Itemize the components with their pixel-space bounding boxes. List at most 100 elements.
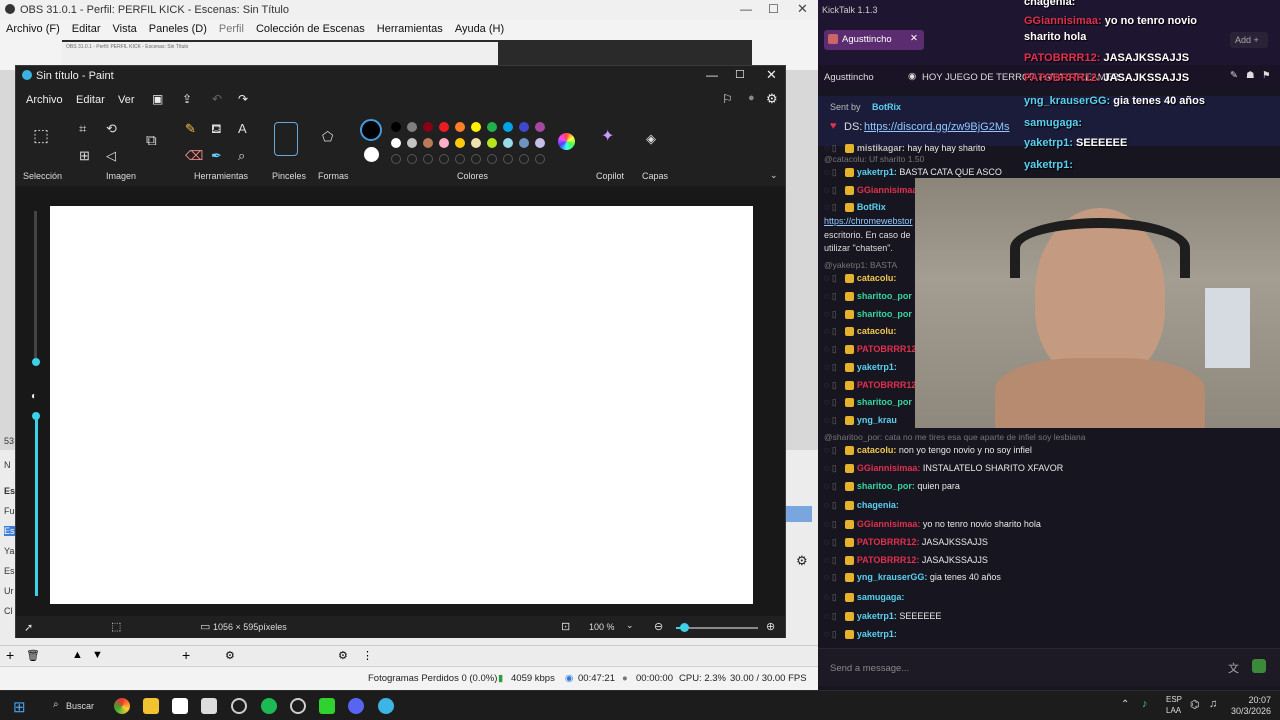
message-actions-icon[interactable]: ◌ ▯ — [824, 415, 837, 425]
kick-icon[interactable] — [319, 698, 335, 714]
folder-icon[interactable] — [143, 698, 159, 714]
color-swatch[interactable] — [535, 138, 545, 148]
message-actions-icon[interactable]: ◌ ▯ — [824, 202, 837, 212]
color-swatch[interactable] — [439, 138, 449, 148]
chat-message[interactable]: ◌ ▯ GGiannisimaa: INSTALATELO SHARITO XFA… — [824, 463, 1274, 477]
pencil-icon[interactable]: ✎ — [185, 122, 196, 135]
message-actions-icon[interactable]: ◌ ▯ — [824, 309, 837, 319]
message-username[interactable]: PATOBRRR12: — [857, 537, 920, 547]
move-up-icon[interactable]: ▲ — [72, 649, 83, 661]
message-actions-icon[interactable]: ◌ ▯ — [824, 500, 837, 510]
message-username[interactable]: catacolu: — [857, 273, 897, 283]
save-icon[interactable]: ▣ — [152, 92, 163, 106]
menu-editar[interactable]: Editar — [76, 94, 105, 106]
custom-color-slot[interactable] — [423, 154, 433, 164]
resize-icon[interactable]: ⊞ — [79, 149, 90, 162]
message-actions-icon[interactable]: ◌ ▯ — [824, 380, 837, 390]
custom-color-slot[interactable] — [471, 154, 481, 164]
redo-icon[interactable]: ↷ — [238, 92, 248, 106]
message-username[interactable]: yaketrp1: — [857, 629, 897, 639]
message-actions-icon[interactable]: ◌ ▯ — [824, 592, 837, 602]
chat-message[interactable]: ◌ ▯ chagenia: — [824, 500, 1274, 514]
message-actions-icon[interactable]: ◌ ▯ — [824, 519, 837, 529]
snipping-icon[interactable] — [201, 698, 217, 714]
message-username[interactable]: sharitoo_por: — [857, 481, 915, 491]
add-source-icon[interactable]: + — [182, 647, 190, 663]
notion-icon[interactable] — [172, 698, 188, 714]
menu-archivo[interactable]: Archivo (F) — [6, 23, 60, 35]
fit-icon[interactable]: ⊡ — [561, 620, 570, 633]
settings-icon[interactable]: ⚙ — [766, 91, 778, 107]
menu-coleccion[interactable]: Colección de Escenas — [256, 23, 365, 35]
chat-input[interactable]: Send a message... — [830, 663, 909, 674]
color-swatch[interactable] — [455, 138, 465, 148]
message-username[interactable]: yng_krauserGG: — [857, 572, 928, 582]
move-down-icon[interactable]: ▼ — [92, 649, 103, 661]
layers-icon[interactable]: ◈ — [646, 132, 656, 145]
search-button[interactable]: ⌕ Buscar — [47, 696, 99, 716]
maximize-icon[interactable]: ☐ — [735, 68, 745, 81]
chat-message[interactable]: ◌ ▯ PATOBRRR12: JASAJKSSAJJS — [824, 537, 1274, 551]
edit-colors-icon[interactable] — [558, 133, 575, 150]
account-icon[interactable]: ● — [748, 92, 755, 104]
color-swatch[interactable] — [503, 122, 513, 132]
message-actions-icon[interactable]: ◌ ▯ — [824, 291, 837, 301]
undo-icon[interactable]: ↶ — [212, 92, 222, 106]
color-swatch[interactable] — [391, 138, 401, 148]
drawing-canvas[interactable] — [50, 206, 753, 604]
add-icon[interactable]: + — [6, 647, 14, 663]
message-actions-icon[interactable]: ◌ ▯ — [824, 572, 837, 582]
message-actions-icon[interactable]: ◌ ▯ — [824, 185, 837, 195]
color-swatch[interactable] — [471, 122, 481, 132]
message-username[interactable]: sharitoo_por — [857, 397, 912, 407]
menu-ver[interactable]: Ver — [118, 94, 135, 106]
flip-icon[interactable]: ◁ — [106, 149, 116, 162]
color-swatch[interactable] — [407, 138, 417, 148]
message-username[interactable]: BotRix — [857, 202, 886, 212]
spotify-icon[interactable] — [261, 698, 277, 714]
close-icon[interactable]: ✕ — [797, 1, 808, 17]
size-slider-thumb[interactable] — [32, 358, 40, 366]
network-icon[interactable]: ⌬ — [1190, 698, 1200, 711]
custom-color-slot[interactable] — [487, 154, 497, 164]
language-code[interactable]: ESP — [1166, 695, 1182, 704]
collapse-ribbon-icon[interactable]: ⌄ — [770, 169, 778, 182]
custom-color-slot[interactable] — [407, 154, 417, 164]
volume-icon[interactable]: ♫ — [1209, 698, 1217, 710]
zoom-dropdown-icon[interactable]: ⌄ — [626, 620, 634, 631]
botrix-link[interactable]: https://chromewebstor — [824, 216, 913, 226]
color-swatch[interactable] — [535, 122, 545, 132]
color-swatch[interactable] — [439, 122, 449, 132]
menu-herramientas[interactable]: Herramientas — [377, 23, 443, 35]
color-swatch[interactable] — [487, 122, 497, 132]
message-username[interactable]: GGiannisimaa: — [857, 519, 921, 529]
minimize-icon[interactable]: — — [706, 68, 718, 82]
mic-icon[interactable]: ♪ — [1142, 698, 1148, 710]
custom-color-slot[interactable] — [455, 154, 465, 164]
message-username[interactable]: GGiannisimaa: — [857, 185, 921, 195]
chat-message[interactable]: ◌ ▯ PATOBRRR12: JASAJKSSAJJS — [824, 555, 1274, 569]
message-username[interactable]: GGiannisimaa: — [857, 463, 921, 473]
menu-vista[interactable]: Vista — [113, 23, 137, 35]
menu-perfil[interactable]: Perfil — [219, 23, 244, 35]
channel-tab[interactable]: Agusttincho ✕ — [824, 30, 924, 50]
zoom-out-icon[interactable]: ⊖ — [654, 620, 663, 633]
message-actions-icon[interactable]: ◌ ▯ — [824, 555, 837, 565]
fill-icon[interactable]: ⛾ — [211, 122, 222, 135]
message-username[interactable]: catacolu: — [857, 445, 897, 455]
trash-icon[interactable]: 🗑 — [26, 649, 40, 662]
message-actions-icon[interactable]: ◌ ▯ — [824, 537, 837, 547]
feedback-icon[interactable]: ⚐ — [722, 92, 733, 106]
eraser-icon[interactable]: ⌫ — [185, 149, 203, 162]
clock-date[interactable]: 30/3/2026 — [1219, 706, 1271, 716]
message-actions-icon[interactable]: ◌ ▯ — [824, 273, 837, 283]
chat-message[interactable]: ◌ ▯ GGiannisimaa: yo no tenro novio shari… — [824, 519, 1274, 533]
message-username[interactable]: PATOBRRR12 — [857, 344, 917, 354]
translate-icon[interactable]: 文 — [1228, 660, 1239, 676]
custom-color-slot[interactable] — [503, 154, 513, 164]
chat-message[interactable]: ◌ ▯ samugaga: — [824, 592, 1274, 606]
chat-message[interactable]: ◌ ▯ yaketrp1: — [824, 629, 1274, 643]
zoom-in-icon[interactable]: ⊕ — [766, 620, 775, 633]
color-swatch[interactable] — [503, 138, 513, 148]
chat-message[interactable]: ◌ ▯ yaketrp1: SEEEEEE — [824, 611, 1274, 625]
